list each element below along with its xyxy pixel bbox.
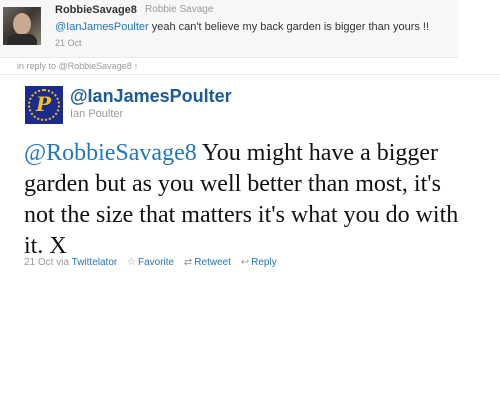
favorite-button[interactable]: ☆ Favorite [127, 257, 174, 268]
in-reply-to-label: in reply to @RobbieSavage8 [17, 61, 132, 71]
retweet-icon: ⇄ [183, 257, 193, 268]
reply-arrow-icon: ↩ [240, 257, 250, 268]
in-reply-to-tweet: RobbieSavage8 Robbie Savage @IanJamesPou… [0, 0, 458, 58]
via-label: via [56, 257, 70, 268]
reply-tweet-text: @IanJamesPoulter yeah can't believe my b… [55, 21, 429, 33]
reply-full-name: Robbie Savage [145, 4, 214, 15]
main-timestamp[interactable]: 21 Oct [24, 257, 53, 268]
reply-avatar[interactable] [3, 7, 41, 45]
tweet-meta: 21 Oct via Twittelator ☆ Favorite ⇄ Retwee… [24, 257, 277, 268]
reply-screen-name[interactable]: RobbieSavage8 [55, 4, 137, 16]
reply-tweet-body: yeah can't believe my back garden is big… [148, 21, 430, 33]
source-link[interactable]: Twittelator [72, 257, 118, 268]
divider [0, 74, 500, 75]
reply-label: Reply [251, 257, 277, 268]
in-reply-to-link[interactable]: in reply to @RobbieSavage8 ↑ [17, 61, 138, 71]
tweet-permalink-page: RobbieSavage8 Robbie Savage @IanJamesPou… [0, 0, 500, 400]
reply-timestamp[interactable]: 21 Oct [55, 38, 82, 48]
main-tweet-text: @RobbieSavage8 You might have a bigger g… [24, 138, 464, 262]
p-logo-icon: P [36, 92, 52, 116]
avatar-shirt [7, 34, 37, 45]
main-screen-name[interactable]: @IanJamesPoulter [70, 86, 232, 107]
main-mention-link[interactable]: @RobbieSavage8 [24, 140, 197, 166]
reply-button[interactable]: ↩ Reply [241, 257, 277, 268]
retweet-label: Retweet [194, 257, 231, 268]
avatar-face [13, 13, 31, 35]
main-avatar[interactable]: P [25, 86, 63, 124]
reply-mention-link[interactable]: @IanJamesPoulter [55, 21, 149, 33]
star-icon: ☆ [127, 257, 136, 268]
main-full-name: Ian Poulter [70, 108, 124, 120]
retweet-button[interactable]: ⇄ Retweet [184, 257, 231, 268]
favorite-label: Favorite [137, 257, 175, 268]
up-arrow-icon: ↑ [133, 61, 139, 71]
